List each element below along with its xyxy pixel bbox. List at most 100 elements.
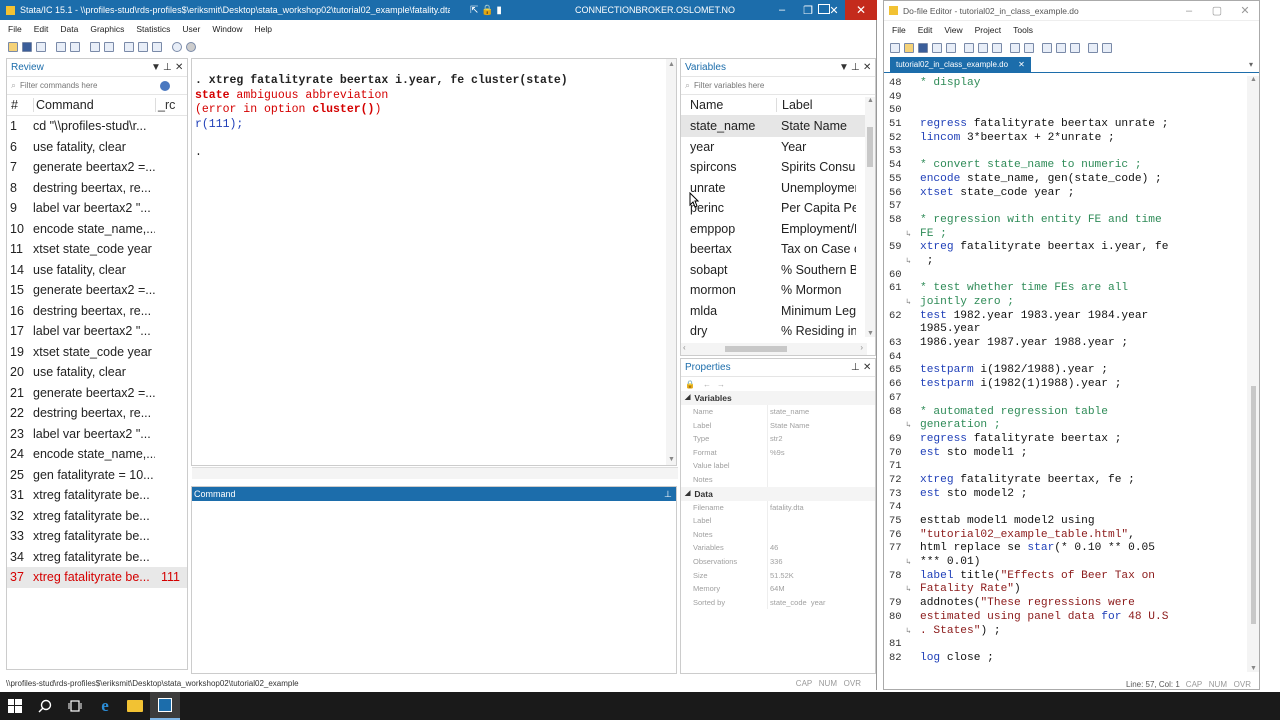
cut-icon[interactable] [964,43,974,53]
copy-icon[interactable] [978,43,988,53]
review-row[interactable]: 19 xtset state_code year [7,342,187,363]
search-button[interactable] [30,692,60,720]
close-button[interactable]: ✕ [845,0,877,20]
redo-icon[interactable] [1024,43,1034,53]
property-row[interactable]: Filename fatality.dta [681,500,875,515]
editor-code-area[interactable]: 48 * display 49 50 51 regress fatalityrate be… [884,76,1259,674]
results-scrollbar[interactable]: ▲ ▼ [666,59,676,465]
execute-icon[interactable] [1102,43,1112,53]
variables-filter-icon[interactable]: ▼ [839,59,851,77]
variable-row[interactable]: sobapt % Southern Ba [681,260,875,281]
review-row[interactable]: 37 xtreg fatalityrate be... 111 [7,567,187,588]
prev-icon[interactable]: ← [703,380,711,389]
lock-icon[interactable]: 🔒 [685,380,695,389]
bookmark-icon[interactable] [1088,43,1098,53]
print-icon[interactable] [36,42,46,52]
paste-icon[interactable] [992,43,1002,53]
property-row[interactable]: Name state_name [681,405,875,419]
menu-help[interactable]: Help [255,24,272,34]
editor-close-button[interactable]: ✕ [1231,4,1259,17]
review-row[interactable]: 20 use fatality, clear [7,362,187,383]
review-row[interactable]: 33 xtreg fatalityrate be... [7,526,187,547]
property-row[interactable]: Notes [681,527,875,542]
window-minimize-icon[interactable] [818,4,830,14]
editor-menu-view[interactable]: View [944,25,962,35]
property-row[interactable]: Format %9s [681,445,875,460]
menu-graphics[interactable]: Graphics [90,24,124,34]
filter-icon[interactable]: ▼ [151,59,163,77]
remote-minimize-button[interactable]: – [769,4,795,16]
task-view-button[interactable] [60,692,90,720]
data-editor-icon[interactable] [124,42,134,52]
review-row[interactable]: 10 encode state_name,... [7,219,187,240]
property-row[interactable]: Variables 46 [681,541,875,555]
variables-close-icon[interactable]: ✕ [863,59,875,77]
new-icon[interactable] [890,43,900,53]
property-row[interactable]: Value label [681,459,875,473]
col-label-header[interactable]: Label [776,98,856,112]
editor-menu-tools[interactable]: Tools [1013,25,1033,35]
tab-dropdown-icon[interactable]: ▾ [1249,60,1253,69]
editor-vscroll[interactable]: ▲ ▼ [1247,76,1259,672]
review-row[interactable]: 11 xtset state_code year [7,239,187,260]
review-filter-input[interactable] [20,81,161,90]
properties-pin-icon[interactable]: ⊥ [851,359,863,377]
editor-title-bar[interactable]: Do-file Editor - tutorial02_in_class_exa… [884,1,1259,21]
editor-menu-project[interactable]: Project [975,25,1001,35]
save-file-icon[interactable] [918,43,928,53]
property-row[interactable]: Size 51.52K [681,568,875,583]
variables-manager-icon[interactable] [152,42,162,52]
command-input[interactable] [192,501,676,673]
property-row[interactable]: Observations 336 [681,554,875,569]
properties-close-icon[interactable]: ✕ [863,359,875,377]
review-row[interactable]: 25 gen fatalityrate = 10... [7,465,187,486]
property-row[interactable]: Sorted by state_code year [681,595,875,610]
save-icon[interactable] [22,42,32,52]
editor-minimize-button[interactable]: – [1175,5,1203,17]
properties-data-section[interactable]: ◢ Data [681,486,875,501]
review-row[interactable]: 22 destring beertax, re... [7,403,187,424]
explorer-taskbar-button[interactable] [120,692,150,720]
variable-row[interactable]: beertax Tax on Case of [681,239,875,260]
editor-maximize-button[interactable]: ▢ [1203,4,1231,17]
variables-filter-input[interactable] [694,81,845,90]
graph-icon[interactable] [90,42,100,52]
variable-row[interactable]: mormon % Mormon [681,280,875,301]
col-num-header[interactable]: # [7,98,33,112]
editor-menu-edit[interactable]: Edit [918,25,933,35]
editor-tab-close-icon[interactable]: ✕ [1018,60,1025,69]
variable-row[interactable]: mlda Minimum Lega [681,301,875,322]
results-hscroll[interactable] [192,467,678,479]
review-close-icon[interactable]: ✕ [175,59,187,77]
break-icon[interactable] [186,42,196,52]
pin-icon[interactable]: ⊥ [163,59,175,77]
review-row[interactable]: 1 cd "\\profiles-stud\r... [7,116,187,137]
variables-hscroll[interactable]: ‹ › [681,343,867,355]
log-icon[interactable] [56,42,66,52]
review-row[interactable]: 17 label var beertax2 "... [7,321,187,342]
command-pin-icon[interactable]: ⊥ [664,489,676,500]
review-row[interactable]: 34 xtreg fatalityrate be... [7,547,187,568]
review-row[interactable]: 9 label var beertax2 "... [7,198,187,219]
menu-edit[interactable]: Edit [34,24,49,34]
stata-taskbar-button[interactable] [150,692,180,720]
review-row[interactable]: 14 use fatality, clear [7,260,187,281]
review-row[interactable]: 32 xtreg fatalityrate be... [7,506,187,527]
edge-taskbar-button[interactable]: e [90,692,120,720]
menu-user[interactable]: User [182,24,200,34]
col-name-header[interactable]: Name [681,98,776,112]
review-row[interactable]: 24 encode state_name,... [7,444,187,465]
open-file-icon[interactable] [904,43,914,53]
variables-vscroll[interactable]: ▲ ▼ [865,97,875,337]
info-icon[interactable] [160,80,171,91]
editor-tab[interactable]: tutorial02_in_class_example.do ✕ [890,56,1031,73]
menu-file[interactable]: File [8,24,22,34]
menu-window[interactable]: Window [212,24,242,34]
move-up-icon[interactable] [1056,43,1066,53]
find-icon[interactable] [946,43,956,53]
review-row[interactable]: 8 destring beertax, re... [7,178,187,199]
review-row[interactable]: 15 generate beertax2 =... [7,280,187,301]
review-row[interactable]: 21 generate beertax2 =... [7,383,187,404]
review-row[interactable]: 23 label var beertax2 "... [7,424,187,445]
indent-icon[interactable] [1042,43,1052,53]
